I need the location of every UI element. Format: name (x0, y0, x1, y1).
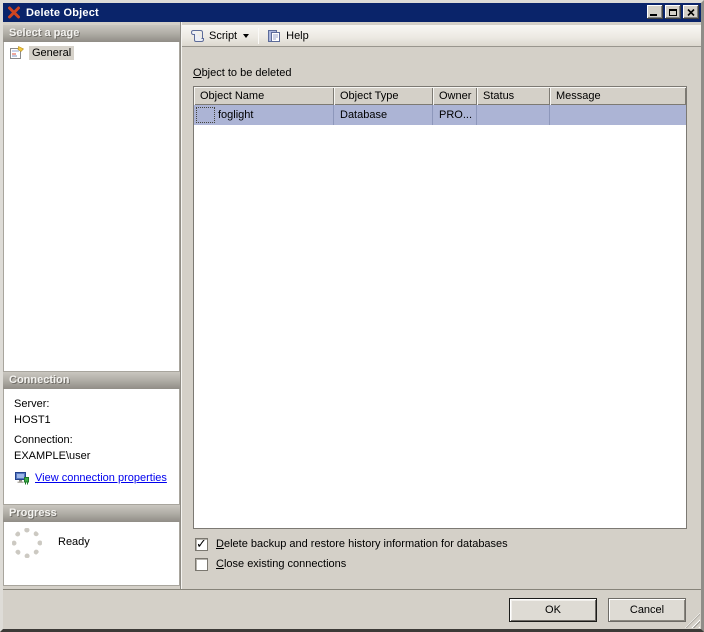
row-selector[interactable] (196, 107, 215, 123)
minimize-icon (650, 14, 657, 16)
page-list: General (3, 42, 180, 372)
object-to-be-deleted-label: Object to be deleted (193, 67, 292, 79)
ok-button[interactable]: OK (509, 598, 597, 622)
help-button[interactable]: Help (263, 26, 312, 46)
sidebar-item-label: General (29, 46, 75, 60)
server-value: HOST1 (14, 414, 51, 426)
toolbar-separator (258, 27, 260, 44)
cell-owner: PRO... (433, 105, 477, 125)
general-page-icon (10, 46, 25, 59)
script-button[interactable]: Script (186, 26, 254, 46)
close-icon (687, 8, 695, 16)
progress-status: Ready (58, 536, 90, 548)
main-content: Object to be deleted Object Name Object … (182, 47, 701, 587)
progress-spinner-icon (12, 528, 42, 558)
titlebar[interactable]: Delete Object (3, 3, 701, 22)
connection-header: Connection (3, 372, 180, 389)
cell-object-type: Database (334, 105, 433, 125)
check-icon: ✓ (196, 535, 207, 551)
server-label: Server: (14, 398, 50, 410)
help-label: Help (286, 29, 309, 42)
main-panel: Script Help Object to be deleted Object … (181, 22, 701, 589)
maximize-icon (669, 8, 677, 16)
column-header-status[interactable]: Status (477, 87, 550, 105)
delete-history-label[interactable]: Delete backup and restore history inform… (216, 538, 508, 550)
connection-properties-icon (15, 472, 29, 485)
window-title: Delete Object (26, 6, 99, 19)
connection-value: EXAMPLE\user (14, 450, 91, 462)
column-header-message[interactable]: Message (550, 87, 686, 105)
toolbar: Script Help (182, 25, 701, 47)
table-row[interactable]: foglight Database PRO... (194, 105, 686, 125)
view-connection-properties-link[interactable]: View connection properties (35, 472, 167, 484)
delete-object-dialog: Delete Object Select a page General Conn… (0, 0, 704, 632)
cell-object-name: foglight (194, 105, 334, 125)
progress-panel: Ready (3, 522, 180, 586)
grid-header-row: Object Name Object Type Owner Status Mes… (194, 87, 686, 105)
view-connection-properties-row: View connection properties (14, 470, 173, 486)
select-a-page-header: Select a page (3, 25, 180, 42)
delete-x-icon (7, 6, 21, 19)
cell-message (550, 105, 686, 125)
close-connections-checkbox-row: ✓ Close existing connections (195, 556, 346, 572)
close-button[interactable] (683, 5, 699, 19)
progress-header: Progress (3, 505, 180, 522)
close-connections-label[interactable]: Close existing connections (216, 558, 346, 570)
window-controls (647, 5, 699, 19)
delete-history-checkbox-row: ✓ Delete backup and restore history info… (195, 536, 508, 552)
column-header-owner[interactable]: Owner (433, 87, 477, 105)
connection-label: Connection: (14, 434, 73, 446)
maximize-button[interactable] (665, 5, 681, 19)
script-label: Script (209, 29, 238, 42)
sidebar: Select a page General Connection Server:… (3, 22, 181, 589)
sidebar-item-general[interactable]: General (4, 42, 179, 61)
help-icon (268, 29, 281, 42)
objects-grid[interactable]: Object Name Object Type Owner Status Mes… (193, 86, 687, 529)
close-connections-checkbox[interactable]: ✓ (195, 557, 208, 571)
connection-panel: Server: HOST1 Connection: EXAMPLE\user V… (3, 389, 180, 505)
script-icon (190, 29, 204, 42)
column-header-object-name[interactable]: Object Name (194, 87, 334, 105)
delete-history-checkbox[interactable]: ✓ (195, 535, 208, 551)
cell-status (477, 105, 550, 125)
column-header-object-type[interactable]: Object Type (334, 87, 433, 105)
object-name-value: foglight (218, 109, 254, 121)
chevron-down-icon[interactable] (243, 33, 250, 38)
cancel-button[interactable]: Cancel (608, 598, 686, 622)
minimize-button[interactable] (647, 5, 663, 19)
footer-bar: OK Cancel (3, 589, 701, 629)
